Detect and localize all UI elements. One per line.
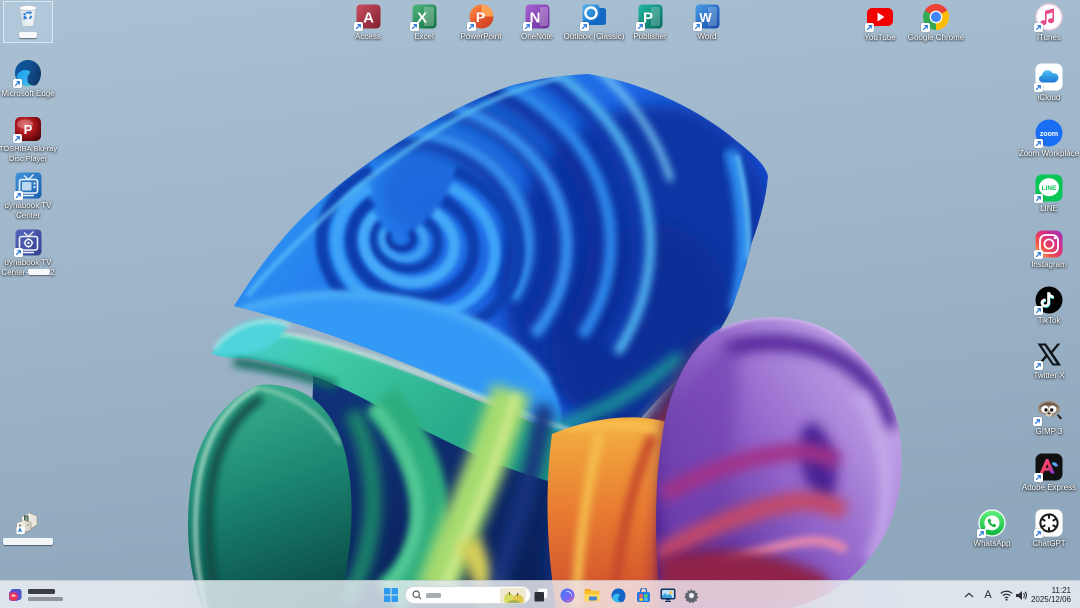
svg-text:A: A <box>363 10 374 27</box>
svg-text:P: P <box>475 9 484 25</box>
svg-text:zoom: zoom <box>1040 131 1058 138</box>
svg-text:LINE: LINE <box>1042 185 1057 192</box>
svg-text:P: P <box>24 122 33 137</box>
